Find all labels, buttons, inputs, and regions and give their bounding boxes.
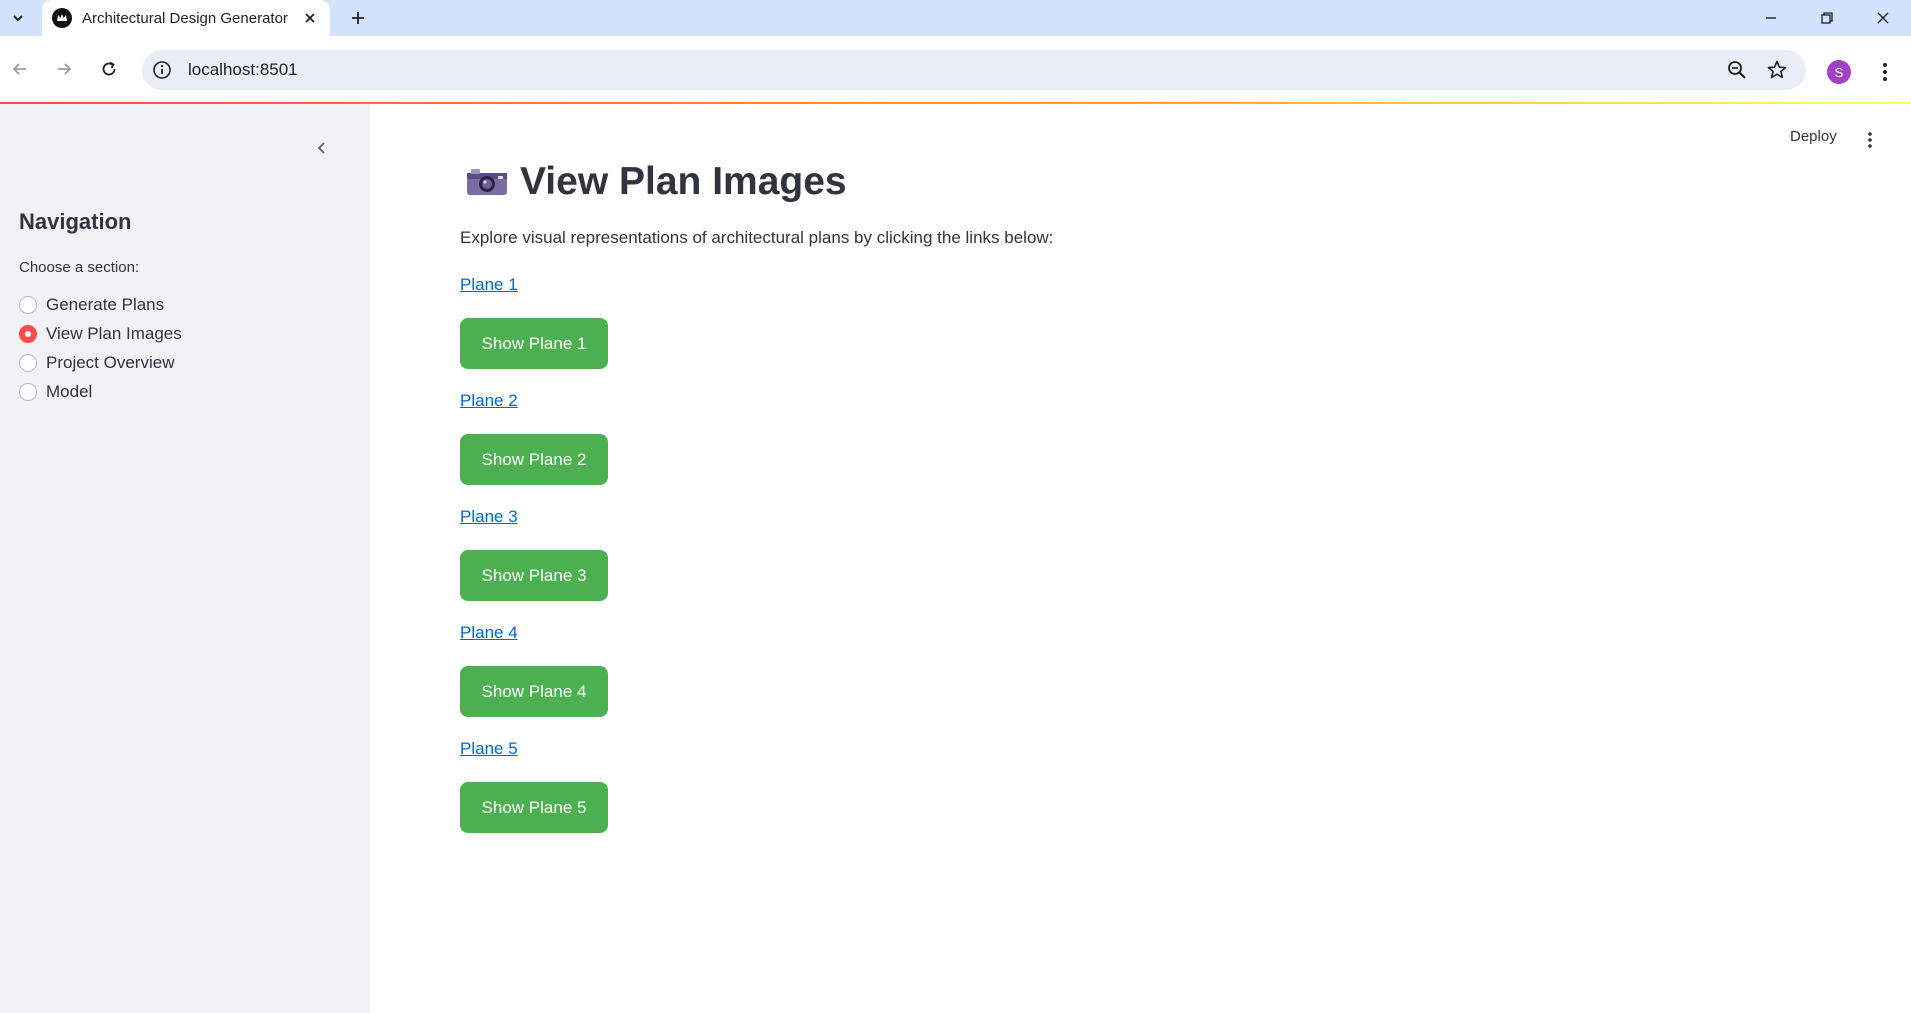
tab-title: Architectural Design Generator [82, 9, 288, 27]
plan-link-4[interactable]: Plane 4 [460, 623, 518, 643]
tab-search-button[interactable] [4, 4, 32, 32]
plan-link-5[interactable]: Plane 5 [460, 739, 518, 759]
camera-icon [467, 169, 507, 195]
zoom-icon[interactable] [1726, 59, 1748, 81]
reload-button[interactable] [91, 51, 127, 87]
radio-group-label: Choose a section: [19, 259, 140, 276]
arrow-left-icon [12, 63, 26, 75]
arrow-right-icon [58, 63, 72, 75]
radio-option-generate-plans[interactable]: Generate Plans [19, 290, 182, 319]
reload-icon [102, 61, 116, 76]
show-plane-1-button[interactable]: Show Plane 1 [460, 318, 608, 369]
address-bar[interactable]: localhost:8501 [142, 50, 1806, 90]
show-plane-2-button[interactable]: Show Plane 2 [460, 434, 608, 485]
plan-link-1[interactable]: Plane 1 [460, 275, 518, 295]
restore-icon [1821, 12, 1833, 24]
intro-text: Explore visual representations of archit… [460, 228, 1054, 247]
close-icon [1877, 12, 1889, 24]
radio-option-view-plan-images[interactable]: View Plan Images [19, 319, 182, 348]
radio-circle-selected[interactable] [19, 324, 37, 343]
new-tab-button[interactable] [344, 4, 372, 32]
minimize-icon [1766, 17, 1776, 19]
profile-avatar[interactable]: S [1827, 60, 1851, 84]
section-radio-group: Generate Plans View Plan Images Project … [19, 290, 182, 406]
minimize-button[interactable] [1743, 0, 1799, 36]
tab-close-button[interactable] [300, 8, 320, 28]
main-content: Deploy View Plan Images Explore visual r… [370, 104, 1911, 1013]
page-heading: View Plan Images [520, 160, 847, 203]
radio-option-label: Project Overview [46, 352, 175, 372]
plan-link-3[interactable]: Plane 3 [460, 507, 518, 527]
page-title: View Plan Images [466, 160, 847, 204]
deploy-button[interactable]: Deploy [1790, 128, 1837, 145]
close-window-button[interactable] [1855, 0, 1911, 36]
info-icon[interactable] [152, 60, 172, 80]
browser-toolbar: localhost:8501 S [0, 36, 1911, 102]
show-plane-4-button[interactable]: Show Plane 4 [460, 666, 608, 717]
url-text[interactable]: localhost:8501 [188, 60, 298, 80]
bookmark-star-icon[interactable] [1766, 59, 1788, 81]
close-icon [305, 13, 315, 23]
radio-option-model[interactable]: Model [19, 377, 182, 406]
browser-menu-button[interactable] [1871, 58, 1899, 86]
app-menu-button[interactable] [1860, 130, 1880, 150]
plan-link-2[interactable]: Plane 2 [460, 391, 518, 411]
more-vertical-icon [1883, 63, 1887, 81]
show-plane-5-button[interactable]: Show Plane 5 [460, 782, 608, 833]
back-button[interactable] [2, 51, 38, 87]
radio-option-label: Model [46, 381, 93, 401]
radio-circle[interactable] [19, 382, 37, 401]
radio-option-label: Generate Plans [46, 294, 165, 314]
radio-option-project-overview[interactable]: Project Overview [19, 348, 182, 377]
chevron-down-icon [13, 15, 23, 22]
forward-button[interactable] [46, 51, 82, 87]
radio-circle[interactable] [19, 295, 37, 314]
show-plane-3-button[interactable]: Show Plane 3 [460, 550, 608, 601]
chevron-left-icon [317, 142, 325, 154]
radio-option-label: View Plan Images [46, 323, 182, 343]
browser-tab[interactable]: Architectural Design Generator [42, 0, 330, 36]
sidebar: Navigation Choose a section: Generate Pl… [0, 104, 370, 1013]
radio-circle[interactable] [19, 353, 37, 372]
plus-icon [352, 12, 364, 24]
browser-tab-bar: Architectural Design Generator [0, 0, 1911, 36]
collapse-sidebar-button[interactable] [310, 136, 334, 160]
streamlit-favicon-icon [52, 8, 72, 28]
restore-button[interactable] [1799, 0, 1855, 36]
more-vertical-icon [1868, 132, 1872, 148]
sidebar-title: Navigation [19, 209, 132, 234]
